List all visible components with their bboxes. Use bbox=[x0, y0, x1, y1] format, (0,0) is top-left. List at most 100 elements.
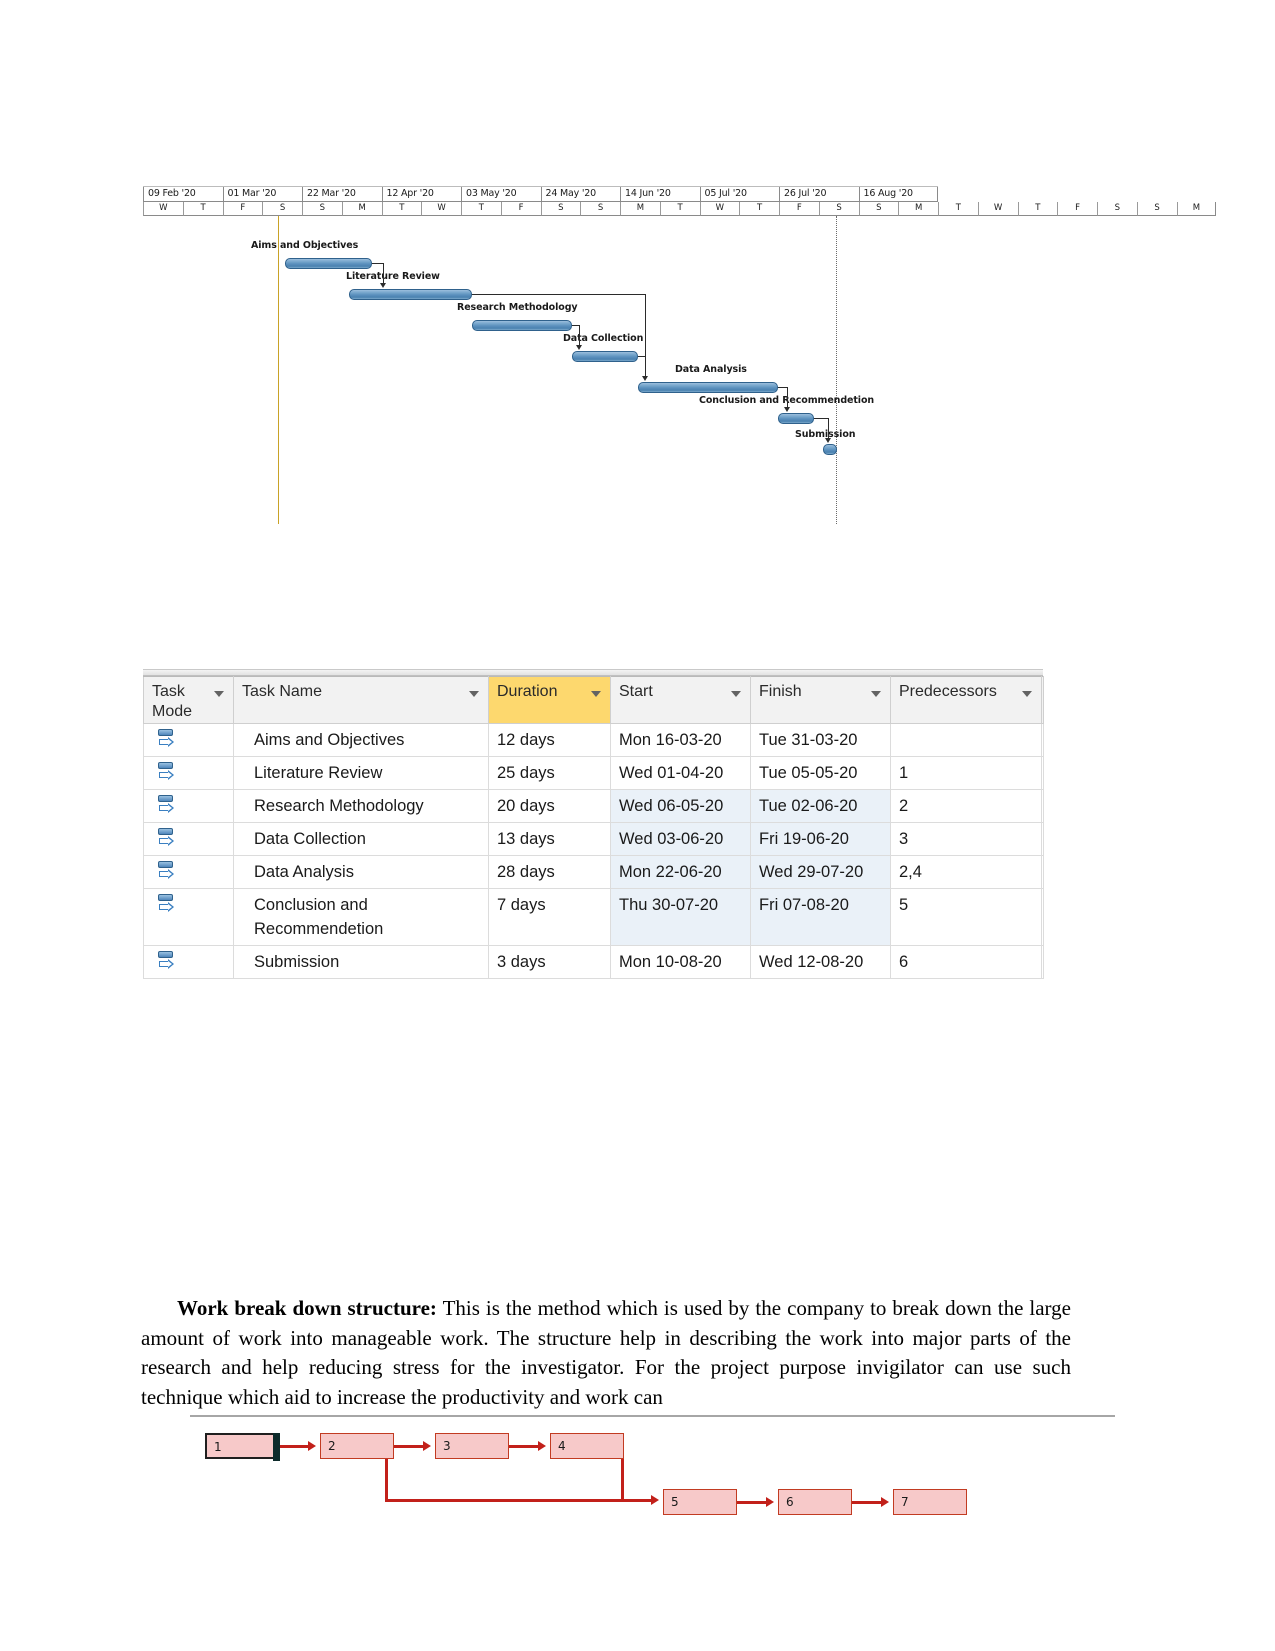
gantt-bar-label-1: Literature Review bbox=[346, 271, 440, 282]
table-row[interactable]: Submission 3 days Mon 10-08-20 Wed 12-08-20… bbox=[143, 945, 1044, 979]
gantt-day-cell: T bbox=[938, 202, 978, 216]
gantt-link-5-h bbox=[814, 418, 829, 419]
cell-task-mode[interactable] bbox=[143, 855, 234, 889]
project-task-table: Task Mode Task Name Duration Start Finis… bbox=[143, 669, 1044, 979]
table-row[interactable]: Aims and Objectives 12 days Mon 16-03-20 Tu… bbox=[143, 723, 1044, 757]
cell-duration[interactable]: 13 days bbox=[488, 822, 611, 856]
cell-duration[interactable]: 20 days bbox=[488, 789, 611, 823]
gantt-day-cell: M bbox=[1176, 202, 1217, 216]
chevron-down-icon[interactable] bbox=[871, 691, 881, 697]
gantt-day-cell: S bbox=[858, 202, 899, 216]
gantt-bar-aims-and-objectives[interactable] bbox=[285, 258, 372, 269]
column-header-task-mode[interactable]: Task Mode bbox=[143, 676, 234, 724]
cell-task-mode[interactable] bbox=[143, 945, 234, 979]
wbs-node-5[interactable]: 5 bbox=[663, 1489, 737, 1515]
cell-duration[interactable]: 7 days bbox=[488, 888, 611, 946]
cell-task-mode[interactable] bbox=[143, 789, 234, 823]
cell-overflow bbox=[1041, 723, 1044, 757]
cell-task-name[interactable]: Submission bbox=[233, 945, 489, 979]
gantt-day-cell: W bbox=[143, 202, 183, 216]
column-header-finish-label: Finish bbox=[759, 683, 802, 700]
wbs-node-4[interactable]: 4 bbox=[550, 1433, 624, 1459]
cell-start[interactable]: Thu 30-07-20 bbox=[610, 888, 751, 946]
cell-task-name[interactable]: Data Collection bbox=[233, 822, 489, 856]
column-header-finish[interactable]: Finish bbox=[750, 676, 891, 724]
cell-finish[interactable]: Fri 19-06-20 bbox=[750, 822, 891, 856]
cell-task-name[interactable]: Conclusion and Recommendetion bbox=[233, 888, 489, 946]
column-header-predecessors[interactable]: Predecessors bbox=[890, 676, 1042, 724]
wbs-node-7[interactable]: 7 bbox=[893, 1489, 967, 1515]
wbs-node-3[interactable]: 3 bbox=[435, 1433, 509, 1459]
chevron-down-icon[interactable] bbox=[1022, 691, 1032, 697]
cell-predecessors[interactable]: 1 bbox=[890, 756, 1042, 790]
gantt-day-cell: M bbox=[620, 202, 660, 216]
gantt-project-start-line bbox=[278, 216, 279, 524]
gantt-link-4-arrow bbox=[784, 407, 790, 412]
chevron-down-icon[interactable] bbox=[469, 691, 479, 697]
cell-duration[interactable]: 3 days bbox=[488, 945, 611, 979]
gantt-month-cell: 16 Aug '20 bbox=[858, 187, 938, 202]
cell-predecessors[interactable]: 3 bbox=[890, 822, 1042, 856]
chevron-down-icon[interactable] bbox=[731, 691, 741, 697]
cell-predecessors[interactable]: 2 bbox=[890, 789, 1042, 823]
chevron-down-icon[interactable] bbox=[591, 691, 601, 697]
table-row[interactable]: Data Collection 13 days Wed 03-06-20 Fri 19… bbox=[143, 822, 1044, 856]
cell-finish[interactable]: Tue 05-05-20 bbox=[750, 756, 891, 790]
gantt-bar-literature-review[interactable] bbox=[349, 289, 472, 300]
cell-start[interactable]: Wed 01-04-20 bbox=[610, 756, 751, 790]
table-row[interactable]: Data Analysis 28 days Mon 22-06-20 Wed 29-0… bbox=[143, 855, 1044, 889]
gantt-month-cell: 03 May '20 bbox=[461, 187, 541, 202]
cell-start[interactable]: Mon 16-03-20 bbox=[610, 723, 751, 757]
wbs-node-6[interactable]: 6 bbox=[778, 1489, 852, 1515]
cell-duration[interactable]: 12 days bbox=[488, 723, 611, 757]
cell-overflow bbox=[1041, 756, 1044, 790]
gantt-bar-submission[interactable] bbox=[823, 444, 837, 455]
cell-duration[interactable]: 28 days bbox=[488, 855, 611, 889]
gantt-day-cell: W bbox=[977, 202, 1018, 216]
cell-start[interactable]: Mon 22-06-20 bbox=[610, 855, 751, 889]
work-breakdown-paragraph: Work break down structure: This is the m… bbox=[141, 1294, 1071, 1412]
cell-finish[interactable]: Tue 31-03-20 bbox=[750, 723, 891, 757]
cell-task-mode[interactable] bbox=[143, 756, 234, 790]
chevron-down-icon[interactable] bbox=[214, 691, 224, 697]
gantt-month-cell: 22 Mar '20 bbox=[302, 187, 382, 202]
gantt-month-cell: 12 Apr '20 bbox=[381, 187, 461, 202]
column-header-task-name[interactable]: Task Name bbox=[233, 676, 489, 724]
table-row[interactable]: Research Methodology 20 days Wed 06-05-20 T… bbox=[143, 789, 1044, 823]
cell-predecessors[interactable]: 5 bbox=[890, 888, 1042, 946]
gantt-bar-research-methodology[interactable] bbox=[472, 320, 572, 331]
cell-task-name[interactable]: Data Analysis bbox=[233, 855, 489, 889]
gantt-bar-conclusion-and-recommendetion[interactable] bbox=[778, 413, 814, 424]
cell-task-mode[interactable] bbox=[143, 888, 234, 946]
wbs-arrow-4-5 bbox=[651, 1495, 659, 1505]
wbs-node-2[interactable]: 2 bbox=[320, 1433, 394, 1459]
paragraph-heading: Work break down structure: bbox=[177, 1296, 437, 1320]
cell-finish[interactable]: Fri 07-08-20 bbox=[750, 888, 891, 946]
cell-start[interactable]: Wed 03-06-20 bbox=[610, 822, 751, 856]
table-row[interactable]: Conclusion and Recommendetion 7 days Thu 3… bbox=[143, 888, 1044, 946]
gantt-link-0-arrow bbox=[380, 283, 386, 288]
cell-task-name[interactable]: Research Methodology bbox=[233, 789, 489, 823]
column-header-duration[interactable]: Duration bbox=[488, 676, 611, 724]
gantt-link-1-v bbox=[645, 294, 646, 378]
cell-predecessors[interactable]: 2,4 bbox=[890, 855, 1042, 889]
cell-finish[interactable]: Wed 29-07-20 bbox=[750, 855, 891, 889]
cell-finish[interactable]: Wed 12-08-20 bbox=[750, 945, 891, 979]
wbs-node-1[interactable]: 1 bbox=[205, 1433, 280, 1461]
cell-task-name[interactable]: Literature Review bbox=[233, 756, 489, 790]
column-header-start[interactable]: Start bbox=[610, 676, 751, 724]
cell-task-mode[interactable] bbox=[143, 723, 234, 757]
cell-start[interactable]: Mon 10-08-20 bbox=[610, 945, 751, 979]
column-header-overflow bbox=[1041, 676, 1044, 724]
cell-predecessors[interactable]: 6 bbox=[890, 945, 1042, 979]
cell-predecessors[interactable] bbox=[890, 723, 1042, 757]
cell-task-mode[interactable] bbox=[143, 822, 234, 856]
wbs-resize-handle[interactable] bbox=[273, 1433, 280, 1461]
cell-start[interactable]: Wed 06-05-20 bbox=[610, 789, 751, 823]
table-row[interactable]: Literature Review 25 days Wed 01-04-20 Tue … bbox=[143, 756, 1044, 790]
cell-duration[interactable]: 25 days bbox=[488, 756, 611, 790]
gantt-bar-data-analysis[interactable] bbox=[638, 382, 778, 393]
cell-task-name[interactable]: Aims and Objectives bbox=[233, 723, 489, 757]
cell-finish[interactable]: Tue 02-06-20 bbox=[750, 789, 891, 823]
gantt-bar-data-collection[interactable] bbox=[572, 351, 638, 362]
